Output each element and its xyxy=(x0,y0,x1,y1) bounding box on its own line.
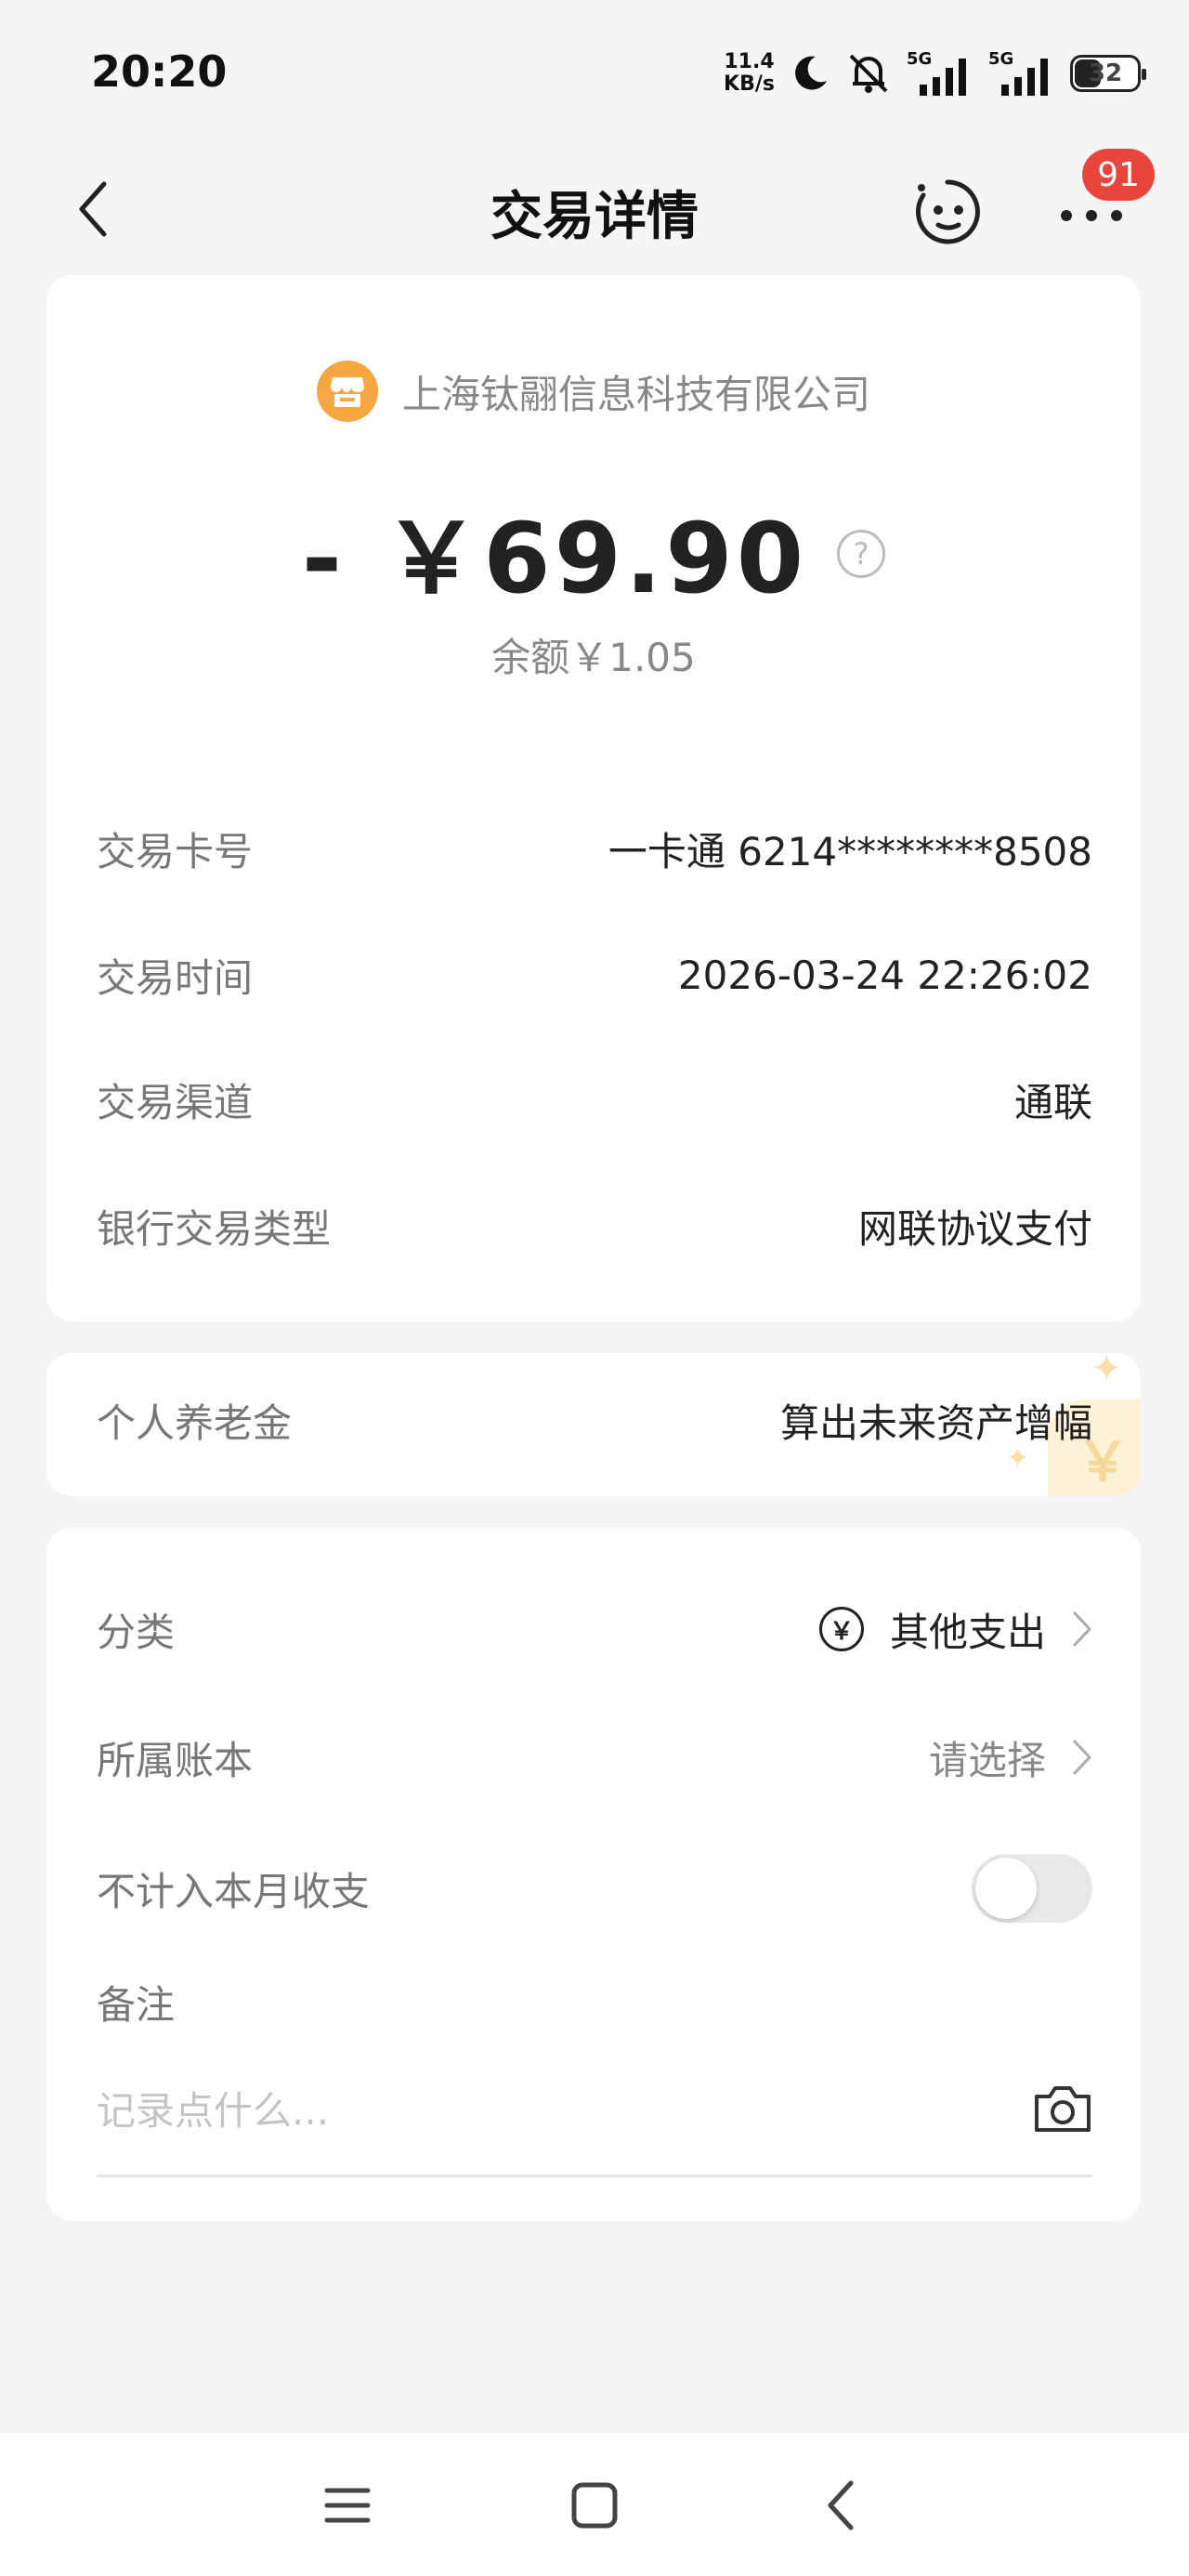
signal-5g-label: 5G xyxy=(907,49,932,69)
balance-text: 余额￥1.05 xyxy=(491,635,696,680)
exclude-toggle[interactable] xyxy=(972,1854,1092,1923)
note-label: 备注 xyxy=(97,1982,176,2028)
detail-value: 通联 xyxy=(1013,1079,1092,1125)
merchant-name: 上海钛翮信息科技有限公司 xyxy=(401,371,870,417)
help-icon[interactable]: ? xyxy=(837,529,886,578)
chevron-right-icon xyxy=(1073,1611,1091,1647)
ledger-value: 请选择 xyxy=(928,1737,1046,1783)
settings-card: 分类 ￥ 其他支出 所属账本 请选择 不计入本月收支 备注 记录点什么... xyxy=(46,1528,1141,2221)
menu-icon[interactable] xyxy=(320,2477,375,2533)
pension-link[interactable]: 算出未来资产增幅 xyxy=(780,1392,1092,1449)
status-icons: 11.4 KB/s 5G 5G 32 xyxy=(724,45,1146,102)
detail-value: 网联协议支付 xyxy=(857,1205,1092,1252)
page-title: 交易详情 xyxy=(490,187,699,247)
detail-label: 交易卡号 xyxy=(97,828,254,874)
ledger-selector[interactable]: 请选择 xyxy=(929,1729,1092,1786)
network-speed: 11.4 KB/s xyxy=(724,51,775,96)
detail-row-bank-type: 银行交易类型 网联协议支付 xyxy=(97,1193,1092,1258)
detail-value: 2026-03-24 22:26:02 xyxy=(677,952,1092,998)
amount-row: - ￥69.90 ? xyxy=(46,480,1141,620)
moon-icon xyxy=(795,56,827,90)
detail-label: 银行交易类型 xyxy=(97,1205,332,1252)
bell-muted-icon xyxy=(849,54,888,93)
signal-5g-icon: 5G xyxy=(907,49,966,96)
notification-badge: 91 xyxy=(1082,149,1155,201)
ledger-row[interactable]: 所属账本 请选择 xyxy=(97,1725,1092,1790)
detail-row-channel: 交易渠道 通联 xyxy=(97,1067,1092,1132)
ledger-label: 所属账本 xyxy=(97,1737,254,1783)
note-underline xyxy=(97,2175,1092,2177)
sparkle-icon: ✦ xyxy=(1091,1353,1122,1390)
signal-5g-icon-2: 5G xyxy=(988,49,1048,96)
yen-icon: ￥ xyxy=(818,1607,864,1651)
network-speed-value: 11.4 xyxy=(724,50,775,73)
transaction-card: 上海钛翮信息科技有限公司 - ￥69.90 ? 余额￥1.05 交易卡号 一卡通… xyxy=(46,275,1141,1321)
category-row[interactable]: 分类 ￥ 其他支出 xyxy=(97,1597,1092,1662)
detail-value: 一卡通 6214********8508 xyxy=(608,828,1092,874)
store-icon xyxy=(316,361,378,422)
chevron-right-icon xyxy=(1073,1740,1091,1775)
camera-icon[interactable] xyxy=(1033,2083,1092,2134)
pension-label: 个人养老金 xyxy=(97,1400,293,1446)
sparkle-icon: ✦ xyxy=(1005,1442,1029,1475)
merchant-row: 上海钛翮信息科技有限公司 xyxy=(46,361,1141,422)
assistant-face-icon[interactable] xyxy=(910,175,985,249)
signal-5g-label-2: 5G xyxy=(988,49,1013,69)
note-input[interactable]: 记录点什么... xyxy=(97,2080,329,2136)
detail-label: 交易时间 xyxy=(97,954,254,1001)
pension-card[interactable]: 个人养老金 ￥ 算出未来资产增幅 ✦ ✦ xyxy=(46,1353,1141,1496)
home-icon[interactable] xyxy=(567,2477,622,2533)
system-nav-bar xyxy=(0,2433,1189,2576)
detail-label: 交易渠道 xyxy=(97,1079,254,1125)
header: 交易详情 xyxy=(0,149,1189,268)
battery-icon: 32 xyxy=(1070,55,1146,92)
category-value: 其他支出 xyxy=(889,1609,1046,1655)
back-icon[interactable] xyxy=(814,2477,869,2533)
status-time: 20:20 xyxy=(91,46,228,97)
category-selector[interactable]: ￥ 其他支出 xyxy=(818,1601,1092,1658)
battery-level: 32 xyxy=(1088,59,1123,87)
status-bar: 20:20 11.4 KB/s 5G 5G 32 xyxy=(0,0,1189,139)
detail-row-time: 交易时间 2026-03-24 22:26:02 xyxy=(97,942,1092,1007)
exclude-label: 不计入本月收支 xyxy=(97,1868,371,1914)
transaction-amount: - ￥69.90 xyxy=(301,502,808,615)
exclude-row: 不计入本月收支 xyxy=(97,1851,1092,1925)
network-speed-unit: KB/s xyxy=(724,72,775,96)
detail-row-card-number: 交易卡号 一卡通 6214********8508 xyxy=(97,816,1092,881)
category-label: 分类 xyxy=(97,1609,176,1655)
